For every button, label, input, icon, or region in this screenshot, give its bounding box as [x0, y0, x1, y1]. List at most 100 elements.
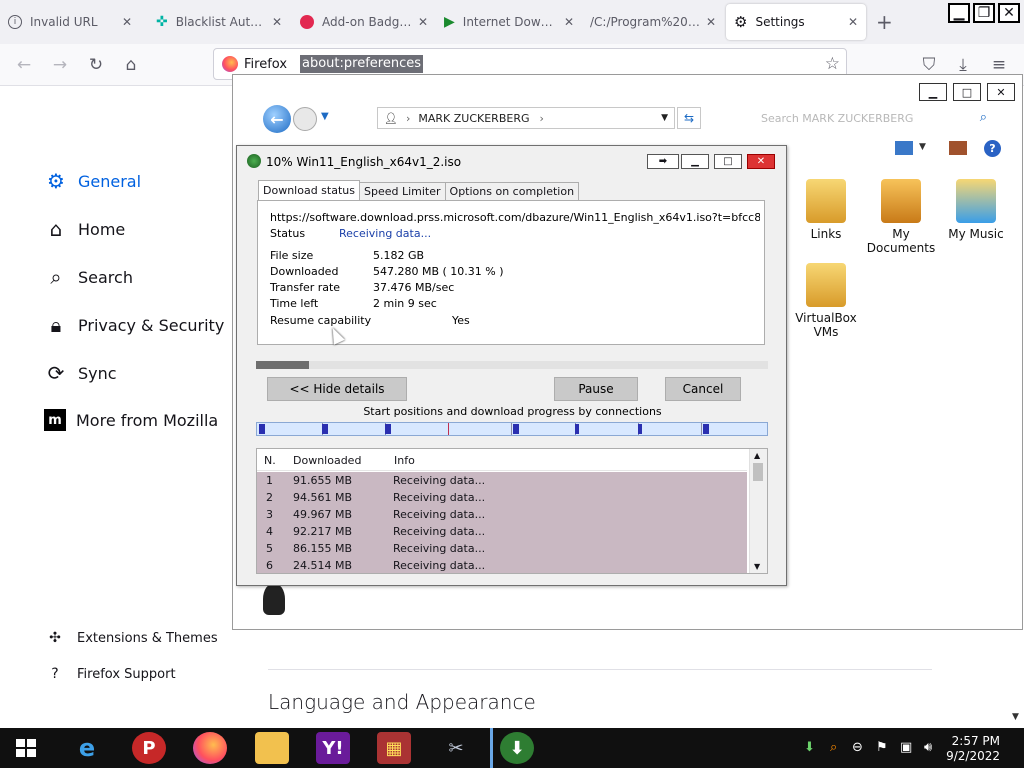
- table-row[interactable]: 6 24.514 MB Receiving data...: [257, 557, 747, 573]
- forward-icon[interactable]: →: [49, 54, 71, 76]
- column-header-n[interactable]: N.: [264, 454, 276, 467]
- tab-addon-badges[interactable]: Add-on Badges ✕: [292, 4, 436, 40]
- vertical-scrollbar[interactable]: ▲ ▼: [749, 449, 767, 573]
- search-tray-icon[interactable]: ⌕: [830, 740, 837, 755]
- table-row[interactable]: 2 94.561 MB Receiving data...: [257, 489, 747, 506]
- cancel-button[interactable]: Cancel: [665, 377, 741, 401]
- connections-table[interactable]: N. Downloaded Info 1 91.655 MB Receiving d…: [256, 448, 768, 574]
- close-window-button[interactable]: ✕: [998, 3, 1020, 23]
- minimize-button[interactable]: ▁: [948, 3, 970, 23]
- url-input[interactable]: about:preferences: [300, 55, 423, 73]
- hide-details-button[interactable]: << Hide details: [267, 377, 407, 401]
- table-row[interactable]: 3 49.967 MB Receiving data...: [257, 506, 747, 523]
- system-clock[interactable]: 2:57 PM 9/2/2022: [946, 734, 1000, 764]
- poweriso-icon[interactable]: P: [132, 732, 166, 764]
- table-row[interactable]: 1 91.655 MB Receiving data...: [257, 472, 747, 489]
- restore-button[interactable]: ❐: [973, 3, 995, 23]
- search-icon[interactable]: ⌕: [980, 110, 987, 125]
- tab-speed-limiter[interactable]: Speed Limiter: [358, 182, 446, 200]
- column-header-downloaded[interactable]: Downloaded: [293, 454, 361, 467]
- minimize-button[interactable]: ▁: [681, 154, 709, 169]
- tab-program-files[interactable]: /C:/Program%20File ✕: [582, 4, 724, 40]
- folder-links[interactable]: Links: [791, 179, 861, 241]
- chevron-down-icon[interactable]: ▼: [919, 142, 926, 152]
- winrar-icon[interactable]: ▦: [377, 732, 411, 764]
- tab-invalid-url[interactable]: i Invalid URL ✕: [0, 4, 140, 40]
- close-icon[interactable]: ✕: [272, 15, 282, 29]
- bookmark-star-icon[interactable]: ☆: [825, 54, 840, 74]
- minus-circle-icon[interactable]: ⊖: [852, 740, 863, 755]
- tab-download-status[interactable]: Download status: [258, 180, 360, 200]
- tab-options-on-completion[interactable]: Options on completion: [444, 182, 580, 200]
- chevron-down-icon[interactable]: ▼: [321, 111, 329, 122]
- explorer-close-button[interactable]: ✕: [987, 83, 1015, 101]
- view-icon[interactable]: [895, 141, 913, 155]
- preview-pane-icon[interactable]: [949, 141, 967, 155]
- sidebar-item-search[interactable]: ⌕ Search: [44, 265, 133, 289]
- home-icon[interactable]: ⌂: [120, 54, 142, 76]
- flag-icon[interactable]: ⚑: [876, 740, 888, 755]
- back-button[interactable]: ←: [263, 105, 291, 133]
- folder-virtualbox-vms[interactable]: VirtualBox VMs: [791, 263, 861, 339]
- forward-button[interactable]: [293, 107, 317, 131]
- address-bar[interactable]: 👤︎ › MARK ZUCKERBERG › ▼: [377, 107, 675, 129]
- pause-button[interactable]: Pause: [554, 377, 638, 401]
- file-explorer-icon[interactable]: [255, 732, 289, 764]
- menu-icon[interactable]: ≡: [988, 54, 1010, 76]
- folder-my-documents[interactable]: My Documents: [866, 179, 936, 255]
- maximize-button[interactable]: □: [714, 154, 742, 169]
- help-icon[interactable]: ?: [984, 140, 1001, 157]
- sidebar-item-sync[interactable]: ⟳ Sync: [44, 361, 117, 385]
- explorer-minimize-button[interactable]: ▁: [919, 83, 947, 101]
- close-icon[interactable]: ✕: [564, 15, 574, 29]
- close-icon[interactable]: ✕: [122, 15, 132, 29]
- refresh-icon[interactable]: ⇆: [677, 107, 701, 129]
- reload-icon[interactable]: ↻: [85, 54, 107, 76]
- breadcrumb[interactable]: MARK ZUCKERBERG: [418, 112, 529, 125]
- pocket-icon[interactable]: ⛉: [918, 54, 940, 76]
- yahoo-messenger-icon[interactable]: Y!: [316, 732, 350, 764]
- volume-icon[interactable]: 🔊︎: [924, 740, 932, 755]
- internet-explorer-icon[interactable]: e: [70, 732, 104, 764]
- sidebar-item-general[interactable]: ⚙ General: [44, 169, 141, 193]
- sidebar-item-more-from-mozilla[interactable]: m More from Mozilla: [44, 409, 218, 431]
- search-input[interactable]: Search MARK ZUCKERBERG ⌕: [761, 107, 993, 129]
- folder-my-music[interactable]: My Music: [941, 179, 1011, 241]
- tab-blacklist[interactable]: ✜ Blacklist AutoCl ✕: [148, 4, 290, 40]
- snipping-tool-icon[interactable]: ✂: [439, 732, 473, 764]
- close-icon[interactable]: ✕: [848, 15, 858, 29]
- scroll-thumb[interactable]: [753, 463, 763, 481]
- sidebar-extensions-themes[interactable]: ✣ Extensions & Themes: [46, 630, 217, 646]
- network-icon[interactable]: ▣: [900, 740, 912, 755]
- column-header-info[interactable]: Info: [394, 454, 415, 467]
- explorer-maximize-button[interactable]: □: [953, 83, 981, 101]
- idm-tray-icon[interactable]: ⬇: [804, 740, 815, 755]
- tab-settings[interactable]: ⚙ Settings ✕: [726, 4, 866, 40]
- chevron-down-icon[interactable]: ▼: [661, 113, 668, 123]
- idm-taskbar-icon[interactable]: ⬇: [500, 732, 534, 764]
- start-button[interactable]: [16, 739, 36, 757]
- page-scroll-down-icon[interactable]: ▼: [1012, 712, 1019, 722]
- firefox-taskbar-icon[interactable]: [193, 732, 227, 764]
- sidebar-item-home[interactable]: ⌂ Home: [44, 217, 126, 241]
- identity-box[interactable]: Firefox: [222, 56, 287, 72]
- send-to-tray-button[interactable]: ➡: [647, 154, 679, 169]
- download-status-panel: https://software.download.prss.microsoft…: [257, 200, 765, 345]
- close-icon[interactable]: ✕: [418, 15, 428, 29]
- sidebar-firefox-support[interactable]: ? Firefox Support: [46, 666, 175, 682]
- table-row[interactable]: 5 86.155 MB Receiving data...: [257, 540, 747, 557]
- back-icon[interactable]: ←: [13, 54, 35, 76]
- clock-date: 9/2/2022: [946, 749, 1000, 763]
- sidebar-item-privacy[interactable]: 🔒︎ Privacy & Security: [44, 313, 225, 337]
- tab-internet-download[interactable]: ▶ Internet Downlo ✕: [436, 4, 582, 40]
- downloads-icon[interactable]: ⤓: [952, 54, 974, 76]
- addon-badge-icon: [300, 15, 314, 29]
- close-button[interactable]: ✕: [747, 154, 775, 169]
- scroll-down-icon[interactable]: ▼: [754, 562, 760, 571]
- new-tab-button[interactable]: +: [876, 10, 893, 34]
- scroll-up-icon[interactable]: ▲: [754, 451, 760, 460]
- cell-info: Receiving data...: [393, 542, 486, 555]
- table-row[interactable]: 4 92.217 MB Receiving data...: [257, 523, 747, 540]
- cell-n: 1: [266, 474, 273, 487]
- close-icon[interactable]: ✕: [706, 15, 716, 29]
